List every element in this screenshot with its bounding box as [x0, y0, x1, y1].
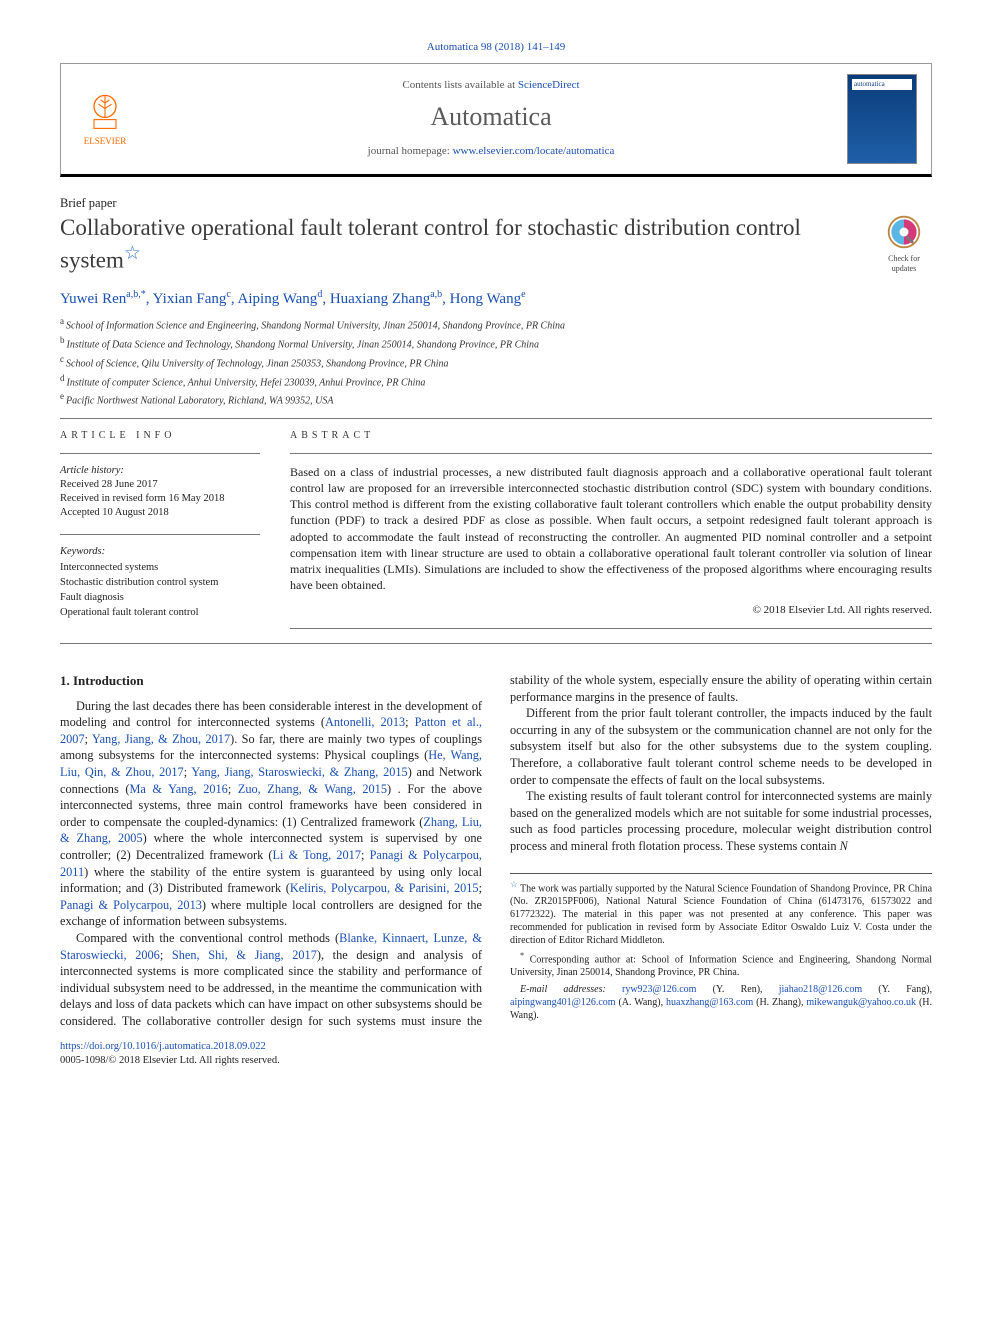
keyword: Fault diagnosis	[60, 591, 260, 605]
citation-ref[interactable]: Zuo, Zhang, & Wang, 2015	[238, 782, 387, 796]
received-date: Received 28 June 2017	[60, 478, 260, 492]
keywords-label: Keywords:	[60, 545, 260, 559]
elsevier-tree-icon	[83, 91, 127, 135]
contents-lists-line: Contents lists available at ScienceDirec…	[149, 78, 833, 93]
author[interactable]: Yuwei Ren	[60, 291, 126, 307]
citation-ref[interactable]: Yang, Jiang, & Zhou, 2017	[92, 732, 230, 746]
doi-link[interactable]: https://doi.org/10.1016/j.automatica.201…	[60, 1041, 266, 1052]
revised-date: Received in revised form 16 May 2018	[60, 492, 260, 506]
affiliations: aSchool of Information Science and Engin…	[60, 315, 932, 408]
funding-footnote: ☆ The work was partially supported by th…	[510, 880, 932, 947]
article-info-column: ARTICLE INFO Article history: Received 2…	[60, 429, 260, 639]
divider	[290, 628, 932, 629]
abstract-column: ABSTRACT Based on a class of industrial …	[290, 429, 932, 639]
keyword: Operational fault tolerant control	[60, 606, 260, 620]
footnote-star: ☆	[510, 880, 518, 889]
email-footnote: E-mail addresses: ryw923@126.com (Y. Ren…	[510, 983, 932, 1022]
affiliation: ePacific Northwest National Laboratory, …	[60, 390, 932, 408]
elsevier-label: ELSEVIER	[84, 135, 127, 147]
abstract-text: Based on a class of industrial processes…	[290, 464, 932, 594]
section-heading: 1. Introduction	[60, 672, 482, 690]
title-footnote-star: ☆	[124, 243, 141, 264]
citation-ref[interactable]: Keliris, Polycarpou, & Parisini, 2015	[290, 881, 479, 895]
article-info-heading: ARTICLE INFO	[60, 429, 260, 443]
journal-homepage-link[interactable]: www.elsevier.com/locate/automatica	[453, 145, 615, 157]
citation-ref[interactable]: Panagi & Polycarpou, 2013	[60, 898, 202, 912]
citation-ref[interactable]: Yang, Jiang, Staroswiecki, & Zhang, 2015	[191, 765, 407, 779]
abstract-copyright: © 2018 Elsevier Ltd. All rights reserved…	[290, 603, 932, 618]
author[interactable]: Yixian Fang	[153, 291, 227, 307]
check-updates-icon	[886, 214, 922, 250]
article-history: Article history: Received 28 June 2017 R…	[60, 464, 260, 521]
affiliation: cSchool of Science, Qilu University of T…	[60, 353, 932, 371]
email-link[interactable]: jiahao218@126.com	[779, 984, 862, 995]
doi-block: https://doi.org/10.1016/j.automatica.201…	[60, 1040, 932, 1068]
cover-title: automatica	[852, 79, 912, 90]
author[interactable]: Hong Wang	[450, 291, 521, 307]
footnotes: ☆ The work was partially supported by th…	[510, 873, 932, 1023]
citation-line: Automatica 98 (2018) 141–149	[60, 40, 932, 55]
banner-center: Contents lists available at ScienceDirec…	[149, 78, 833, 159]
divider	[60, 534, 260, 535]
email-link[interactable]: huaxzhang@163.com	[666, 997, 753, 1008]
divider	[290, 453, 932, 454]
check-updates-label: Check for updates	[876, 254, 932, 276]
check-updates-badge[interactable]: Check for updates	[876, 214, 932, 275]
affiliation: aSchool of Information Science and Engin…	[60, 315, 932, 333]
author[interactable]: Huaxiang Zhang	[330, 291, 430, 307]
email-label: E-mail addresses:	[520, 984, 622, 995]
citation-ref[interactable]: Shen, Shi, & Jiang, 2017	[172, 948, 317, 962]
keyword: Stochastic distribution control system	[60, 576, 260, 590]
journal-homepage-line: journal homepage: www.elsevier.com/locat…	[149, 144, 833, 159]
paper-title: Collaborative operational fault tolerant…	[60, 214, 856, 276]
divider	[60, 418, 932, 419]
citation-ref[interactable]: Antonelli, 2013	[325, 715, 405, 729]
affiliation: dInstitute of computer Science, Anhui Un…	[60, 372, 932, 390]
elsevier-logo: ELSEVIER	[75, 84, 135, 154]
paragraph: The existing results of fault tolerant c…	[510, 788, 932, 854]
journal-cover-thumb: automatica	[847, 74, 917, 164]
email-link[interactable]: aipingwang401@126.com	[510, 997, 616, 1008]
affiliation: bInstitute of Data Science and Technolog…	[60, 334, 932, 352]
email-link[interactable]: mikewanguk@yahoo.co.uk	[806, 997, 916, 1008]
history-label: Article history:	[60, 464, 260, 478]
body-text: 1. Introduction During the last decades …	[60, 672, 932, 1029]
corresponding-footnote: * Corresponding author at: School of Inf…	[510, 951, 932, 979]
accepted-date: Accepted 10 August 2018	[60, 506, 260, 520]
journal-banner: ELSEVIER Contents lists available at Sci…	[60, 63, 932, 177]
citation-ref[interactable]: Ma & Yang, 2016	[129, 782, 227, 796]
issn-copyright: 0005-1098/© 2018 Elsevier Ltd. All right…	[60, 1055, 280, 1066]
keyword: Interconnected systems	[60, 561, 260, 575]
sciencedirect-link[interactable]: ScienceDirect	[518, 79, 580, 91]
divider	[60, 643, 932, 644]
citation-ref[interactable]: Li & Tong, 2017	[272, 848, 361, 862]
divider	[60, 453, 260, 454]
paragraph: During the last decades there has been c…	[60, 698, 482, 930]
keywords-block: Keywords: Interconnected systems Stochas…	[60, 545, 260, 620]
abstract-heading: ABSTRACT	[290, 429, 932, 443]
section-label: Brief paper	[60, 195, 932, 212]
paragraph: Different from the prior fault tolerant …	[510, 705, 932, 788]
journal-name: Automatica	[149, 99, 833, 134]
citation-link[interactable]: Automatica 98 (2018) 141–149	[427, 41, 565, 53]
authors-line: Yuwei Rena,b,*, Yixian Fangc, Aiping Wan…	[60, 288, 932, 309]
author[interactable]: Aiping Wang	[238, 291, 318, 307]
email-link[interactable]: ryw923@126.com	[622, 984, 696, 995]
